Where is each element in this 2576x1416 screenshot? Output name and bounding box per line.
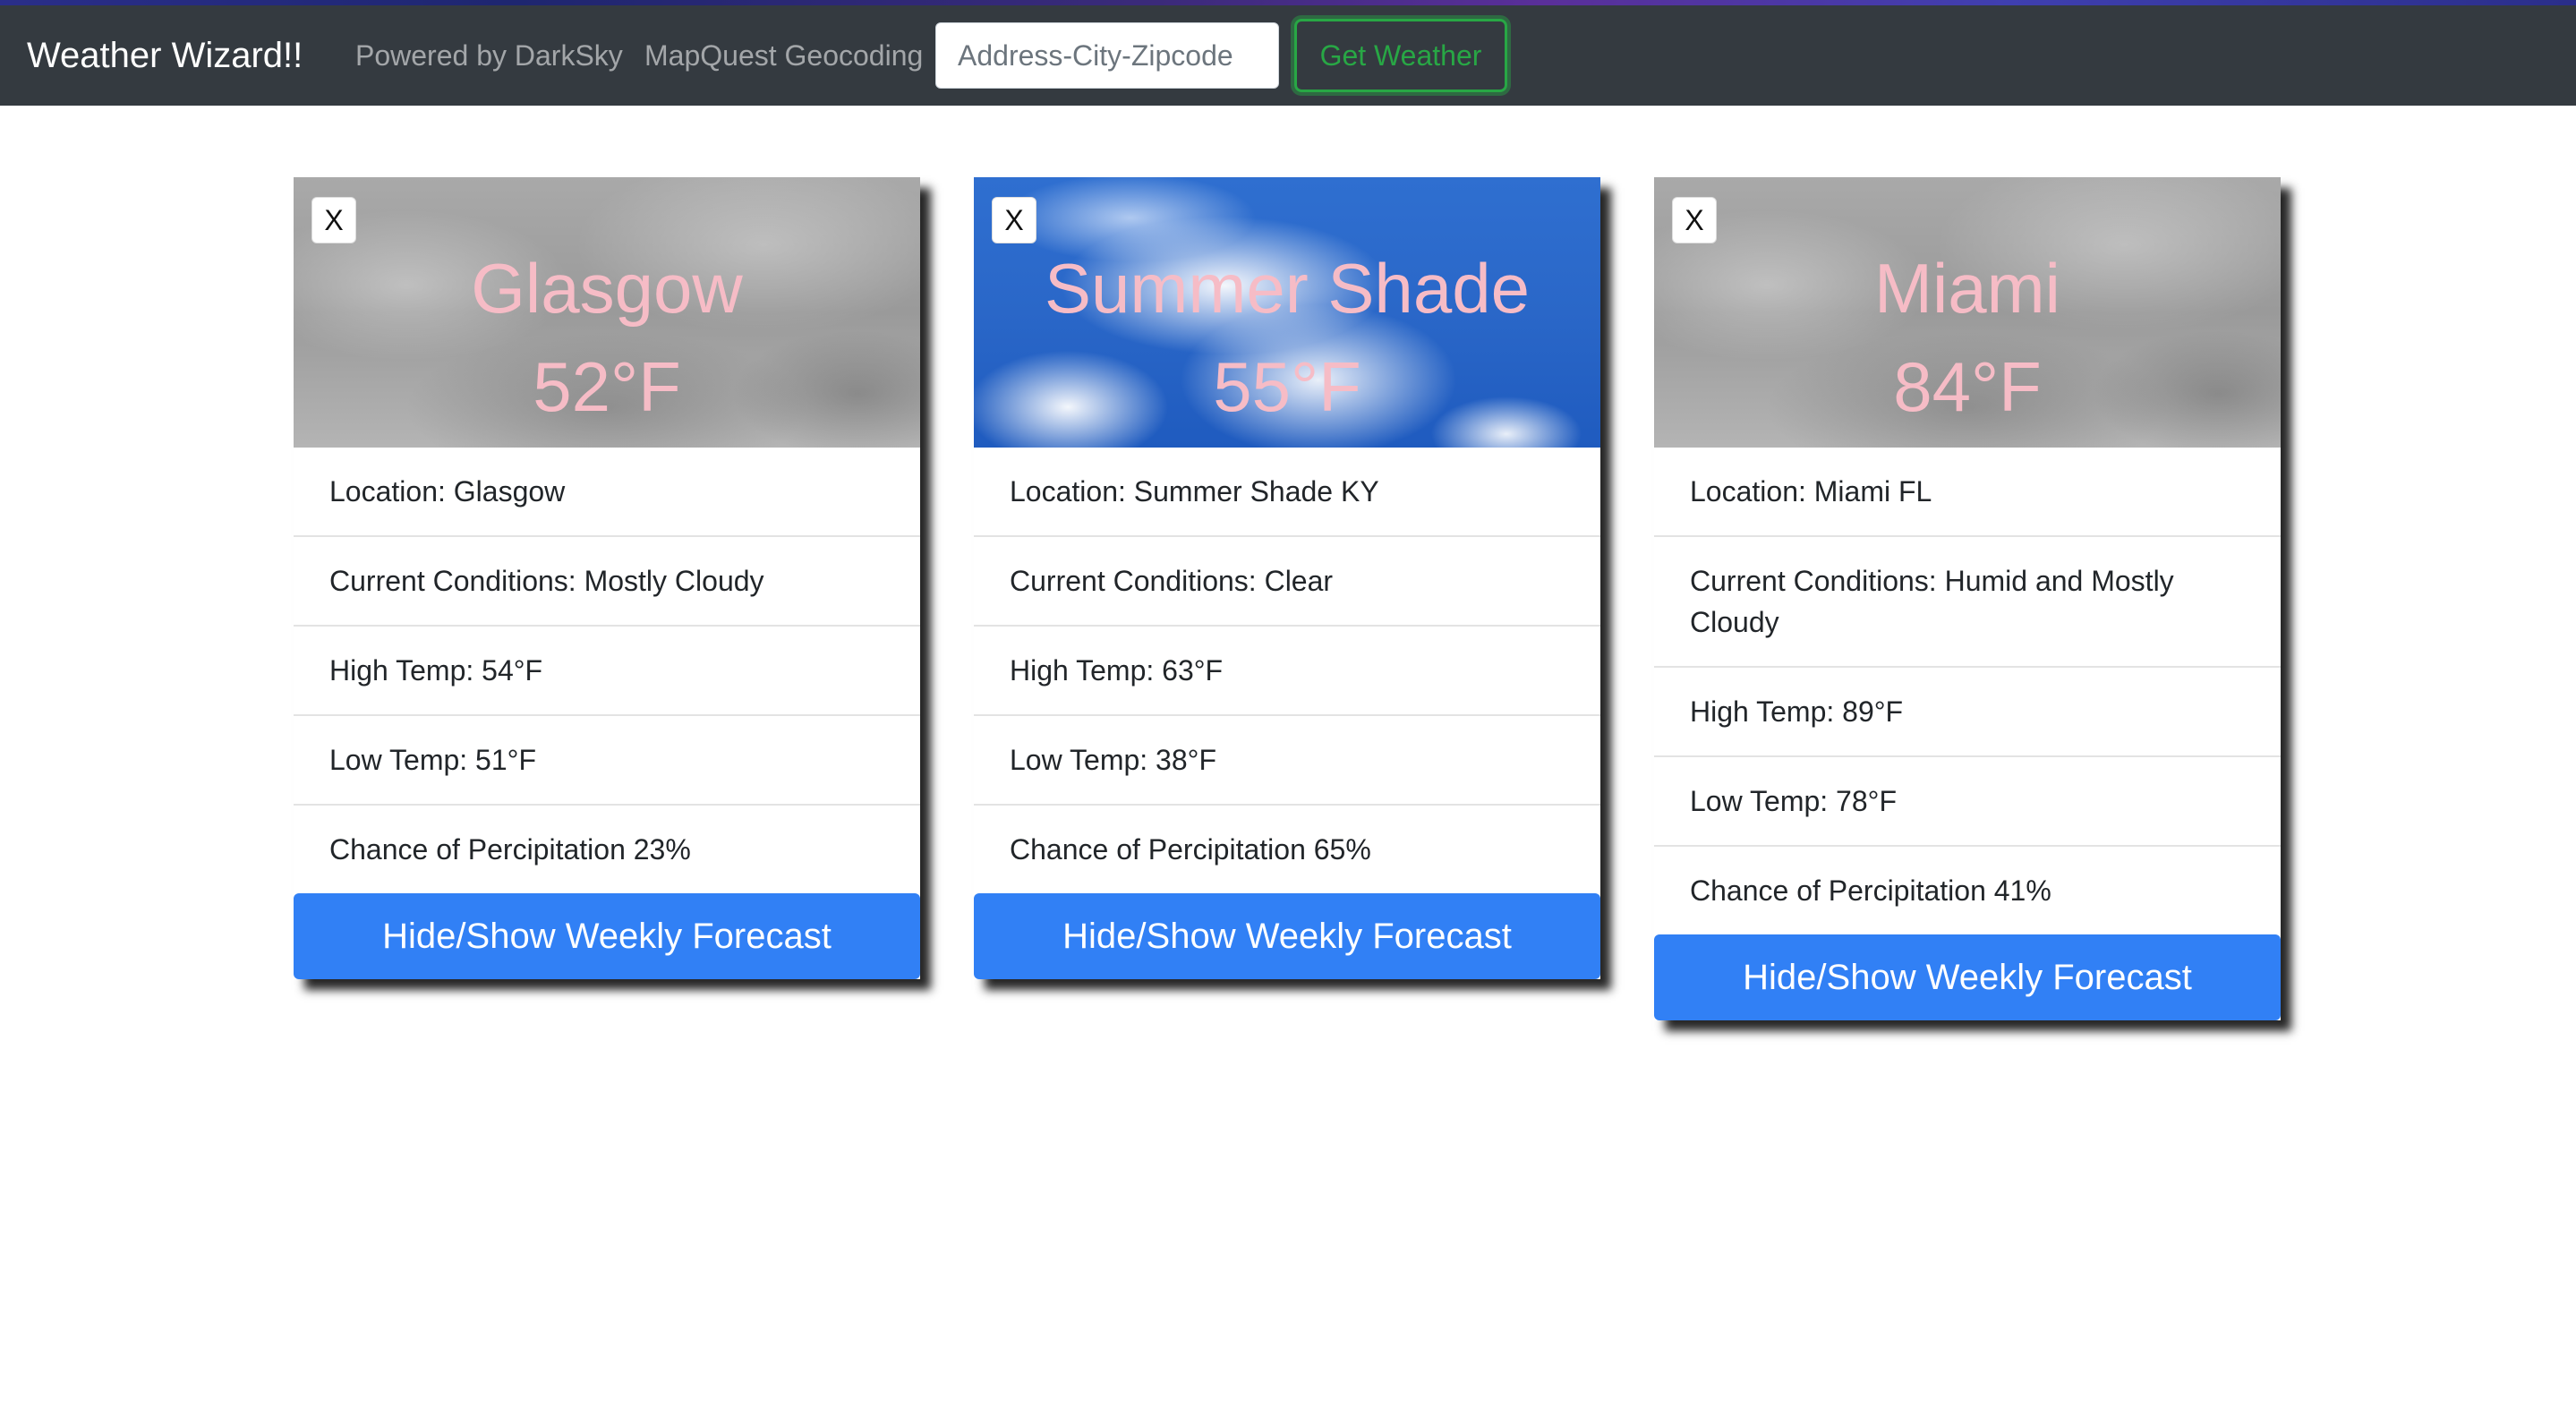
high-temp-item: High Temp: 89°F xyxy=(1654,668,2281,757)
weather-card-glasgow: X Glasgow 52°F Location: Glasgow Current… xyxy=(294,177,920,979)
card-city-name: Miami xyxy=(1874,249,2060,328)
card-header-cloudy-background: X Miami 84°F xyxy=(1654,177,2281,448)
conditions-item: Current Conditions: Mostly Cloudy xyxy=(294,537,920,627)
card-city-name: Summer Shade xyxy=(1045,249,1530,328)
nav-link-darksky[interactable]: Powered by DarkSky xyxy=(355,38,623,73)
precipitation-item: Chance of Percipitation 23% xyxy=(329,833,691,866)
low-temp-item: Low Temp: 51°F xyxy=(294,716,920,806)
high-temp-item: High Temp: 63°F xyxy=(974,627,1600,716)
card-current-temp: 84°F xyxy=(1893,347,2042,426)
close-card-button[interactable]: X xyxy=(311,197,356,243)
brand-title[interactable]: Weather Wizard!! xyxy=(27,32,303,79)
low-temp-item: Low Temp: 78°F xyxy=(1654,757,2281,847)
navbar: Weather Wizard!! Powered by DarkSky MapQ… xyxy=(0,5,2576,106)
card-current-temp: 52°F xyxy=(533,347,681,426)
precipitation-item: Chance of Percipitation 41% xyxy=(1690,874,2051,907)
get-weather-button[interactable]: Get Weather xyxy=(1294,19,1507,92)
low-temp-item: Low Temp: 38°F xyxy=(974,716,1600,806)
toggle-weekly-forecast-button[interactable]: Hide/Show Weekly Forecast xyxy=(1654,934,2281,1020)
card-city-name: Glasgow xyxy=(471,249,743,328)
conditions-item: Current Conditions: Humid and Mostly Clo… xyxy=(1654,537,2281,668)
card-header-cloudy-background: X Glasgow 52°F xyxy=(294,177,920,448)
precipitation-item: Chance of Percipitation 65% xyxy=(1010,833,1371,866)
nav-link-mapquest[interactable]: MapQuest Geocoding xyxy=(644,38,923,73)
card-current-temp: 55°F xyxy=(1213,347,1361,426)
toggle-weekly-forecast-button[interactable]: Hide/Show Weekly Forecast xyxy=(294,893,920,979)
location-item: Location: Summer Shade KY xyxy=(974,448,1600,537)
location-item: Location: Glasgow xyxy=(294,448,920,537)
location-item: Location: Miami FL xyxy=(1654,448,2281,537)
conditions-item: Current Conditions: Clear xyxy=(974,537,1600,627)
card-header-sky-background: X Summer Shade 55°F xyxy=(974,177,1600,448)
close-card-button[interactable]: X xyxy=(992,197,1036,243)
address-search-input[interactable] xyxy=(935,22,1279,89)
high-temp-item: High Temp: 54°F xyxy=(294,627,920,716)
close-card-button[interactable]: X xyxy=(1672,197,1717,243)
toggle-weekly-forecast-button[interactable]: Hide/Show Weekly Forecast xyxy=(974,893,1600,979)
weather-card-summer-shade: X Summer Shade 55°F Location: Summer Sha… xyxy=(974,177,1600,979)
weather-card-miami: X Miami 84°F Location: Miami FL Current … xyxy=(1654,177,2281,1020)
